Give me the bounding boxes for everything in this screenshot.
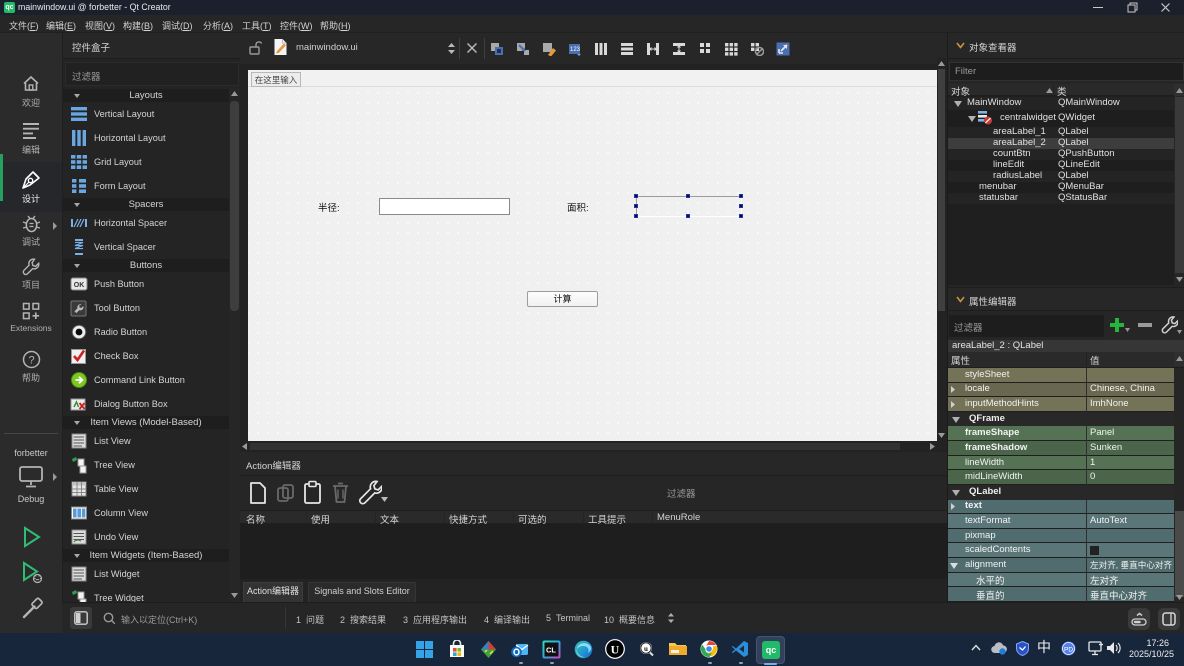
svg-text:CL: CL [546,646,556,655]
svg-text:U: U [611,643,620,657]
svg-text:?: ? [28,355,34,367]
svg-text:PD: PD [1064,647,1073,654]
svg-text:123: 123 [570,47,581,53]
svg-text:OK: OK [74,282,85,289]
svg-text:u: u [644,645,648,653]
